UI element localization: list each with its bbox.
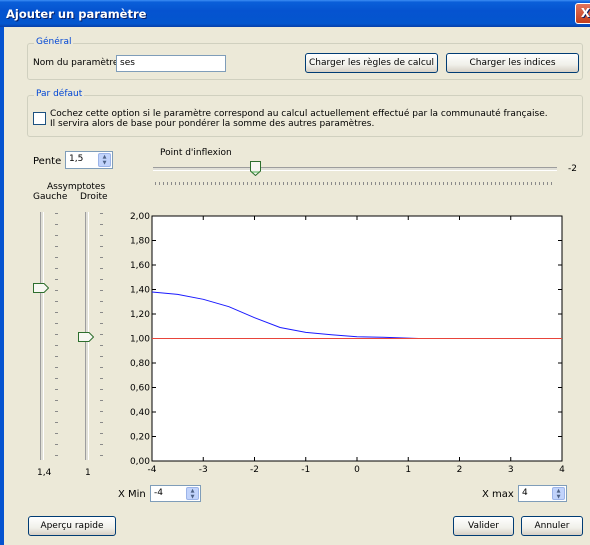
x-tick-label: -3 [199,465,208,475]
left-asymptote-slider-ticks [55,213,58,460]
inflection-label: Point d'inflexion [160,148,232,158]
general-legend: Général [34,37,74,47]
curve-chart: 0,00 0,20 0,40 0,60 0,80 1,00 1,20 1,40 1,60 1,80… [120,205,590,480]
x-tick-label: -2 [250,465,259,475]
slope-value: 1,5 [69,154,84,164]
window-title: Ajouter un paramètre [6,7,147,21]
y-tick-label: 1,60 [130,261,150,271]
xmax-stepper[interactable]: 4 ▲ ▼ [518,485,567,502]
slope-stepper[interactable]: 1,5 ▲ ▼ [65,151,113,169]
right-asymptote-slider-thumb[interactable] [78,332,95,342]
window-border [0,27,4,545]
y-tick-label: 1,00 [130,335,150,345]
left-asymptote-slider-thumb[interactable] [33,283,50,293]
inflection-slider-track[interactable] [153,167,557,171]
y-tick-label: 0,20 [130,433,150,443]
chart-svg: 0,000,200,400,600,801,001,201,401,601,80… [130,212,565,475]
xmin-label: X Min : [118,489,153,500]
right-asymptote-label: Droite [80,192,108,202]
title-bar[interactable]: Ajouter un paramètre X [0,0,590,27]
right-asymptote-slider-ticks [100,213,103,460]
name-label: Nom du paramètre : [33,58,125,68]
xmin-stepper[interactable]: -4 ▲ ▼ [150,485,201,502]
y-tick-label: 0,80 [130,359,150,369]
default-description-1: Cochez cette option si le paramètre corr… [50,109,548,119]
load-indices-button[interactable]: Charger les indices [446,53,579,73]
xmin-stepper-arrows[interactable]: ▲ ▼ [186,487,199,500]
default-legend: Par défaut [34,89,85,99]
inflection-slider-thumb[interactable] [250,161,261,177]
slope-label: Pente [33,156,62,167]
x-tick-label: 2 [457,465,463,475]
load-rules-button[interactable]: Charger les règles de calcul [305,53,438,73]
right-asymptote-value: 1 [85,468,91,478]
left-asymptote-label: Gauche [33,192,68,202]
xmin-value: -4 [154,488,163,498]
asymptotes-label: Assymptotes [47,182,106,192]
x-tick-label: 4 [559,465,565,475]
x-tick-label: 0 [354,465,360,475]
y-tick-label: 1,40 [130,286,150,296]
x-tick-label: 1 [405,465,411,475]
y-tick-label: 1,20 [130,310,150,320]
inflection-value: -2 [568,164,577,174]
name-field[interactable]: ses [116,55,226,72]
left-asymptote-slider-track[interactable] [40,212,44,460]
x-tick-label: 3 [508,465,514,475]
validate-button[interactable]: Valider [453,516,514,536]
xmax-label: X max : [482,489,521,500]
xmax-stepper-arrows[interactable]: ▲ ▼ [552,487,565,500]
close-icon[interactable]: X [575,3,590,24]
inflection-slider-ticks [155,182,555,185]
y-tick-label: 2,00 [130,212,150,222]
y-tick-label: 1,80 [130,237,150,247]
default-description-2: Il servira alors de base pour pondérer l… [50,119,375,129]
y-tick-label: 0,60 [130,384,150,394]
x-tick-label: -1 [301,465,310,475]
left-asymptote-value: 1,4 [37,468,52,478]
dialog-window: Ajouter un paramètre X Général Nom du pa… [0,0,590,545]
quick-preview-button[interactable]: Aperçu rapide [28,516,116,536]
cancel-button[interactable]: Annuler [521,516,583,536]
x-tick-label: -4 [148,465,157,475]
slope-stepper-arrows[interactable]: ▲ ▼ [98,153,111,167]
default-checkbox[interactable] [33,112,46,125]
xmax-value: 4 [522,488,528,498]
y-tick-label: 0,40 [130,408,150,418]
